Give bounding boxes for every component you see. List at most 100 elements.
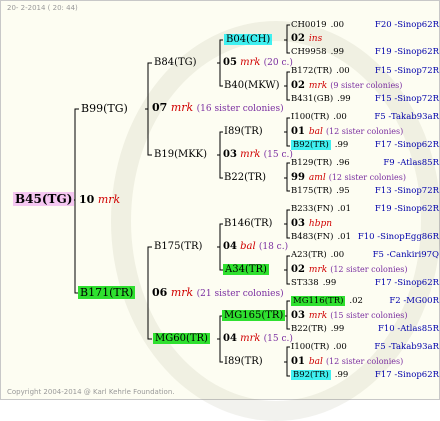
gen4-node-id[interactable]: CH0019 — [291, 20, 327, 30]
mating-code: bal — [308, 357, 323, 367]
gen2-node-1[interactable]: B84(TG) — [154, 56, 197, 69]
sister-count: (9 sister colonies) — [330, 81, 403, 90]
root-node[interactable]: B45(TG) — [13, 192, 75, 206]
gen4-mating-note: 03 hbpn — [291, 217, 332, 231]
gen4-node-id[interactable]: I100(TR) — [291, 112, 329, 122]
gen4-mating-note: 01 bal (12 sister colonies) — [291, 125, 403, 139]
gen2-node-2[interactable]: B19(MKK) — [154, 148, 207, 161]
mating-code: hbpn — [308, 219, 333, 229]
gen4-node-id[interactable]: B483(FN) — [291, 232, 333, 242]
gen4-mating-note: 99 aml (12 sister colonies) — [291, 171, 406, 185]
gen3-node-5[interactable]: B146(TR) — [224, 217, 272, 230]
gen4-node-ref: F19 -Sinop62R — [374, 204, 439, 214]
gen4-node-ref: F15 -Sinop72R — [374, 94, 439, 104]
gen4-node-ref: F5 -Takab93aR — [374, 112, 439, 122]
mating-code: bal — [308, 127, 323, 137]
mating-count: 99 — [291, 172, 305, 183]
gen4-node-id[interactable]: B22(TR) — [291, 324, 327, 334]
gen4-node-id[interactable]: B431(GB) — [291, 94, 333, 104]
gen3-mating-note-3: 04 bal (18 c.) — [223, 241, 289, 252]
gen4-node-ref: F17 -Sinop62R — [374, 278, 439, 288]
gen3-mating-note-2: 03 mrk (15 c.) — [223, 149, 293, 160]
gen4-node-value: .00 — [333, 342, 347, 352]
gen3-node-3[interactable]: I89(TR) — [224, 125, 263, 138]
mating-count: 01 — [291, 356, 305, 367]
gen4-node-value: .01 — [337, 204, 351, 214]
gen2-node-3[interactable]: B175(TR) — [154, 240, 202, 253]
gen4-mating-note: 03 mrk (15 sister colonies) — [291, 309, 408, 323]
gen4-node-value: .02 — [349, 296, 363, 306]
gen4-node-value: .99 — [337, 94, 351, 104]
gen4-node-ref: F17 -Sinop62R — [374, 140, 439, 150]
gen3-mating-note-4: 04 mrk (15 c.) — [223, 333, 293, 344]
gen4-node-ref: F5 -Cankiri97Q — [372, 250, 439, 260]
gen4-node-ref: F20 -Sinop62R — [374, 20, 439, 30]
sire-node[interactable]: B99(TG) — [81, 102, 128, 115]
gen3-node-8[interactable]: I89(TR) — [224, 355, 263, 368]
gen3-node-2[interactable]: B40(MKW) — [224, 79, 280, 92]
gen4-node-value: .99 — [322, 278, 337, 288]
gen4-node-value: .01 — [337, 232, 351, 242]
mating-count: 01 — [291, 126, 305, 137]
gen4-node-id[interactable]: ST338 — [291, 278, 319, 288]
mating-count: 02 — [291, 80, 305, 91]
mating-code: aml — [308, 173, 326, 183]
gen4-node-value: .99 — [330, 324, 345, 334]
pedigree-chart: 20- 2-2014 ( 20: 44) B45(TG) B99(TG) 10 … — [0, 0, 440, 421]
gen2-node-4[interactable]: MG60(TR) — [153, 332, 210, 345]
gen4-node-value: .00 — [336, 66, 350, 76]
mating-count: 02 — [291, 264, 305, 275]
gen4-node-value: .99 — [330, 47, 345, 57]
gen4-node-id[interactable]: B233(FN) — [291, 204, 333, 214]
gen4-node-value: .95 — [336, 186, 350, 196]
gen4-mating-note: 02 ins — [291, 32, 322, 46]
gen4-mating-note: 02 mrk (9 sister colonies) — [291, 79, 402, 93]
gen4-node-ref: F17 -Sinop62R — [374, 370, 439, 380]
gen4-node-value: .00 — [333, 112, 347, 122]
sister-count: (12 sister colonies) — [325, 127, 404, 136]
gen4-node-value: .96 — [336, 158, 350, 168]
mating-count: 03 — [291, 218, 305, 229]
mating-code: mrk — [308, 265, 328, 275]
gen4-node-id[interactable]: B92(TR) — [291, 370, 331, 380]
gen4-node-ref: F19 -Sinop62R — [374, 47, 439, 57]
sister-count: (12 sister colonies) — [328, 173, 406, 182]
gen3-mating-note-1: 05 mrk (20 c.) — [223, 57, 293, 68]
gen4-node-ref: F10 -Atlas85R — [377, 324, 439, 334]
gen4-node-id[interactable]: B175(TR) — [291, 186, 332, 196]
mating-count: 02 — [291, 33, 305, 44]
gen3-node-4[interactable]: B22(TR) — [224, 171, 266, 184]
gen4-node-id[interactable]: I100(TR) — [291, 342, 329, 352]
gen4-node-value: .00 — [330, 20, 345, 30]
mating-count: 03 — [291, 310, 305, 321]
gen4-node-value: .99 — [334, 140, 349, 150]
mating-code: mrk — [308, 81, 328, 91]
sister-count: (15 sister colonies) — [330, 311, 408, 320]
sister-count: (12 sister colonies) — [325, 357, 404, 366]
gen3-node-1[interactable]: B04(CH) — [224, 33, 273, 46]
gen4-node-id[interactable]: B129(TR) — [291, 158, 332, 168]
gen3-node-7[interactable]: MG165(TR) — [222, 309, 286, 322]
gen4-node-id[interactable]: B92(TR) — [291, 140, 331, 150]
gen4-node-ref: F13 -Sinop72R — [374, 186, 439, 196]
root-mating-note: 10 mrk — [79, 193, 121, 206]
gen4-node-ref: F5 -Takab93aR — [374, 342, 439, 352]
gen4-node-id[interactable]: A23(TR) — [291, 250, 327, 260]
gen4-node-value: .00 — [330, 250, 345, 260]
mating-code: ins — [308, 34, 323, 44]
sister-count: (12 sister colonies) — [330, 265, 408, 274]
gen2-mating-note-1: 07 mrk (16 sister colonies) — [152, 101, 284, 114]
gen4-mating-note: 02 mrk (12 sister colonies) — [291, 263, 408, 277]
copyright: Copyright 2004-2014 @ Karl Kehrle Founda… — [7, 388, 175, 396]
gen4-node-id[interactable]: MG116(TR) — [291, 296, 346, 306]
gen3-node-6[interactable]: A34(TR) — [223, 263, 269, 276]
gen4-node-ref: F10 -SinopEgg86R — [357, 232, 439, 242]
dam-node[interactable]: B171(TR) — [78, 286, 136, 299]
gen4-node-id[interactable]: B172(TR) — [291, 66, 332, 76]
gen4-node-ref: F15 -Sinop72R — [374, 66, 439, 76]
gen4-mating-note: 01 bal (12 sister colonies) — [291, 355, 403, 369]
gen4-node-ref: F9 -Atlas85R — [383, 158, 439, 168]
gen4-node-value: .99 — [334, 370, 349, 380]
gen4-node-id[interactable]: CH9958 — [291, 47, 327, 57]
timestamp: 20- 2-2014 ( 20: 44) — [7, 4, 78, 12]
